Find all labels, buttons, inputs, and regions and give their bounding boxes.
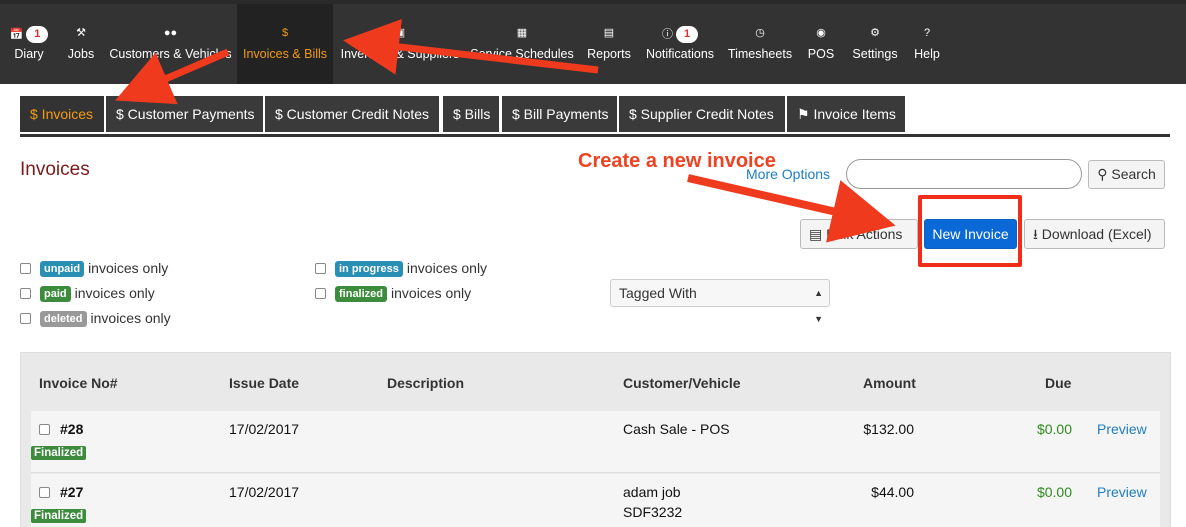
annotation-box — [918, 195, 1022, 267]
arrow-to-invoices-nav — [343, 19, 599, 75]
annotation-text: Create a new invoice — [578, 150, 776, 172]
arrow-to-invoices-tab — [115, 48, 230, 105]
arrow-to-new-invoice — [687, 174, 896, 243]
